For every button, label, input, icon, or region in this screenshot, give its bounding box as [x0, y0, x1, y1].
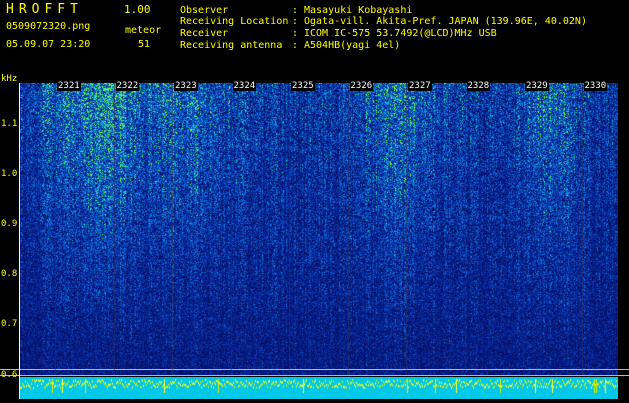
- x-axis-label: 2330: [583, 81, 608, 91]
- time-gridline: [581, 83, 583, 375]
- y-axis: [19, 83, 20, 399]
- spectrogram-canvas: [20, 83, 618, 375]
- y-axis-label: 0.6: [1, 370, 18, 380]
- x-axis-label: 2321: [57, 81, 81, 91]
- spectrogram: [20, 83, 618, 375]
- x-axis-label: 2325: [291, 81, 315, 91]
- info-value: ICOM IC-575 53.7492(@LCD)MHz USB: [304, 28, 497, 39]
- info-value: Masayuki Kobayashi: [304, 5, 413, 16]
- time-gridline: [289, 83, 290, 375]
- signal-level-strip: [20, 377, 618, 399]
- meteor-label: meteor: [125, 25, 162, 36]
- x-axis-label: 2323: [174, 81, 198, 91]
- y-axis-label: 0.9: [1, 219, 18, 229]
- y-axis-label: 1.1: [1, 119, 18, 129]
- info-separator: :: [292, 28, 299, 39]
- info-row-antenna: Receiving antenna: A504HB(yagi 4el): [180, 41, 400, 51]
- y-axis-unit: kHz: [1, 74, 18, 84]
- frequency-line-lower: [0, 375, 629, 376]
- time-gridline: [230, 83, 232, 375]
- info-key: Receiving Location: [180, 16, 289, 27]
- time-gridline: [523, 83, 524, 375]
- info-key: Observer: [180, 5, 229, 16]
- observation-datetime: 05.09.07 23:20: [6, 39, 91, 50]
- file-name: 0509072320.png: [6, 21, 91, 32]
- app-title: HROFFT: [6, 2, 83, 17]
- info-row-receiver: Receiver: ICOM IC-575 53.7492(@LCD)MHz US…: [180, 29, 497, 39]
- time-gridline: [406, 83, 407, 375]
- info-value: A504HB(yagi 4el): [304, 40, 401, 51]
- time-gridline: [347, 83, 349, 375]
- time-gridline: [464, 83, 466, 375]
- info-key: Receiver: [180, 28, 229, 39]
- time-gridline: [113, 83, 115, 375]
- info-value: Ogata-vill. Akita-Pref. JAPAN (139.96E, …: [304, 16, 587, 27]
- x-axis-label: 2327: [408, 81, 432, 91]
- time-gridline: [172, 83, 173, 375]
- info-separator: :: [292, 5, 299, 16]
- time-gridline: [55, 83, 56, 375]
- info-separator: :: [292, 16, 299, 27]
- meteor-count: 51: [138, 39, 151, 50]
- info-key: Receiving antenna: [180, 40, 283, 51]
- y-axis-label: 0.8: [1, 269, 18, 279]
- frequency-line-upper: [0, 369, 629, 370]
- signal-level-canvas: [20, 377, 618, 399]
- x-axis-label: 2324: [232, 81, 257, 91]
- y-axis-label: 1.0: [1, 169, 18, 179]
- x-axis-label: 2329: [525, 81, 549, 91]
- info-row-location: Receiving Location: Ogata-vill. Akita-Pre…: [180, 17, 587, 27]
- info-separator: :: [292, 40, 299, 51]
- x-axis-label: 2322: [115, 81, 140, 91]
- y-axis-label: 0.7: [1, 319, 18, 329]
- x-axis-label: 2328: [466, 81, 491, 91]
- app-version: 1.00: [124, 3, 151, 16]
- x-axis-label: 2326: [349, 81, 374, 91]
- info-row-observer: Observer: Masayuki Kobayashi: [180, 6, 412, 16]
